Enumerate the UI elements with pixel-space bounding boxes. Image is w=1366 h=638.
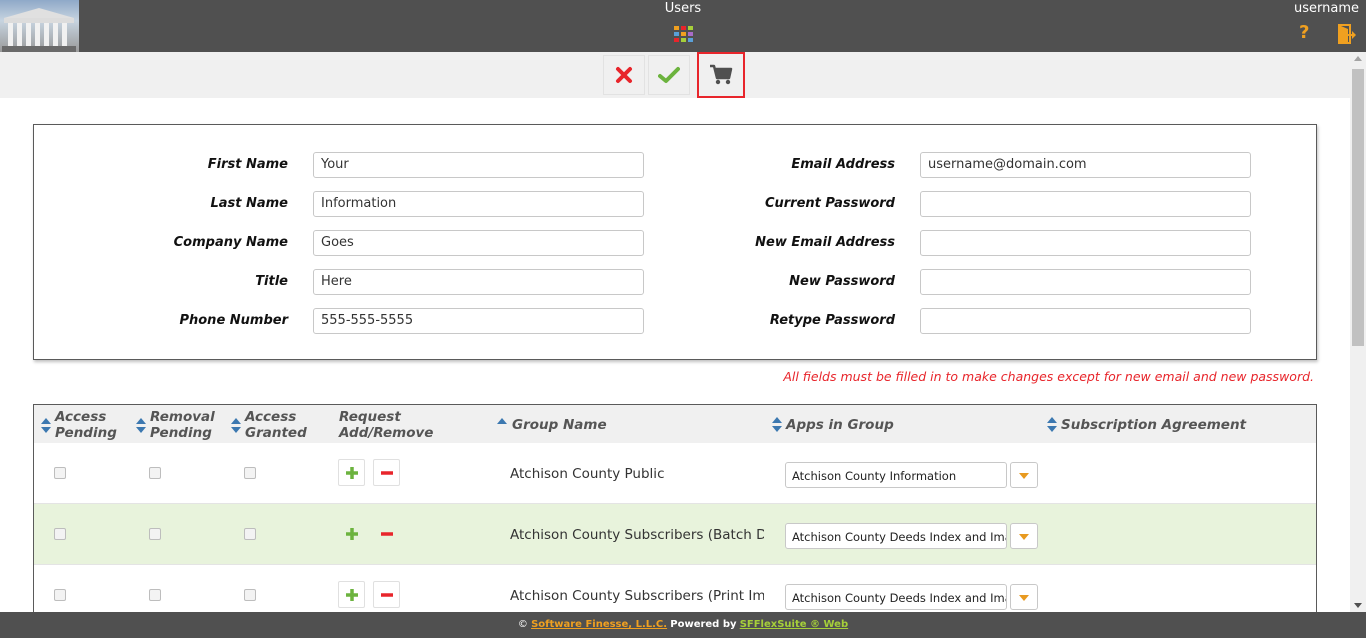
phone-number-input[interactable]: 555-555-5555 [313,308,644,334]
new-email-address-label: New Email Address [755,235,895,250]
access-pending-checkbox[interactable] [54,528,66,540]
email-address-label: Email Address [791,157,895,172]
access-granted-checkbox[interactable] [244,589,256,601]
new-password-input[interactable] [920,269,1251,295]
remove-group-button[interactable] [373,581,400,608]
company-name-label: Company Name [173,235,288,250]
footer: © Software Finesse, L.L.C. Powered by SF… [0,612,1366,638]
help-icon[interactable]: ? [1299,22,1309,43]
first-name-input[interactable]: Your [313,152,644,178]
access-pending-checkbox[interactable] [54,467,66,479]
add-group-button[interactable] [338,459,365,486]
column-apps-in-group[interactable]: Apps in Group [786,417,894,433]
column-group-name[interactable]: Group Name [512,417,607,433]
removal-pending-checkbox[interactable] [149,589,161,601]
column-subscription-agreement[interactable]: Subscription Agreement [1061,417,1246,433]
access-granted-checkbox[interactable] [244,467,256,479]
add-group-button[interactable] [338,520,365,547]
apps-select[interactable]: Atchison County Deeds Index and Ima [785,584,1007,610]
scroll-down-icon[interactable] [1354,603,1362,608]
access-pending-checkbox[interactable] [54,589,66,601]
remove-group-button[interactable] [373,520,400,547]
chevron-down-icon [1019,534,1029,540]
title-label: Title [255,274,288,289]
action-toolbar [0,52,1352,98]
sort-subscription-icon[interactable] [1047,417,1057,433]
powered-by-label: Powered by [670,619,737,630]
apps-dropdown-button[interactable] [1010,584,1038,610]
save-button[interactable] [648,55,690,95]
groups-table: Access Pending Removal Pending Access Grant… [33,404,1317,624]
plus-icon [345,466,358,479]
retype-password-input[interactable] [920,308,1251,334]
table-row: Atchison County Public Atchison County I… [34,443,1316,504]
close-icon [616,67,632,83]
plus-icon [345,588,358,601]
table-row: Atchison County Subscribers (Batch Do At… [34,504,1316,565]
email-address-input[interactable]: username@domain.com [920,152,1251,178]
column-removal-pending[interactable]: Removal Pending [150,409,215,441]
add-group-button[interactable] [338,581,365,608]
cancel-button[interactable] [603,55,645,95]
title-input[interactable]: Here [313,269,644,295]
required-fields-note: All fields must be filled in to make cha… [783,369,1314,384]
apps-dropdown-button[interactable] [1010,462,1038,488]
chevron-down-icon [1019,473,1029,479]
copyright-symbol: © [517,619,528,630]
minus-icon [380,531,393,536]
company-name-input[interactable]: Goes [313,230,644,256]
minus-icon [380,470,393,475]
column-access-pending[interactable]: Access Pending [55,409,117,441]
last-name-label: Last Name [210,196,288,211]
removal-pending-checkbox[interactable] [149,528,161,540]
apps-dropdown-button[interactable] [1010,523,1038,549]
apps-grid-icon[interactable] [674,26,693,42]
sort-group-name-icon[interactable] [497,418,507,434]
page-scrollbar[interactable] [1350,52,1366,612]
company-link[interactable]: Software Finesse, L.L.C. [531,619,667,630]
shopping-cart-icon [710,64,733,85]
sort-removal-pending-icon[interactable] [136,418,146,434]
new-email-address-input[interactable] [920,230,1251,256]
minus-icon [380,592,393,597]
chevron-down-icon [1019,595,1029,601]
product-link[interactable]: SFFlexSuite ® Web [740,619,848,630]
group-name: Atchison County Subscribers (Batch Do [510,527,764,543]
access-granted-checkbox[interactable] [244,528,256,540]
current-password-label: Current Password [764,196,895,211]
new-password-label: New Password [789,274,895,289]
last-name-input[interactable]: Information [313,191,644,217]
phone-number-label: Phone Number [179,313,288,328]
logout-icon[interactable] [1336,23,1356,45]
group-name: Atchison County Public [510,466,665,482]
removal-pending-checkbox[interactable] [149,467,161,479]
retype-password-label: Retype Password [769,313,895,328]
sort-access-granted-icon[interactable] [231,418,241,434]
scroll-up-icon[interactable] [1354,56,1362,61]
plus-icon [345,527,358,540]
column-request: Request Add/Remove [339,409,434,441]
remove-group-button[interactable] [373,459,400,486]
username-label[interactable]: username [1294,1,1359,16]
account-form: First Name Your Last Name Information Co… [33,124,1317,360]
top-bar: Users username ? [0,0,1366,52]
scroll-thumb[interactable] [1352,69,1364,346]
column-access-granted[interactable]: Access Granted [245,409,307,441]
apps-select[interactable]: Atchison County Information [785,462,1007,488]
cart-button[interactable] [697,52,745,98]
group-name: Atchison County Subscribers (Print Ima [510,588,764,604]
page-title: Users [664,1,702,16]
checkmark-icon [658,67,680,83]
apps-select[interactable]: Atchison County Deeds Index and Ima [785,523,1007,549]
table-header: Access Pending Removal Pending Access Grant… [34,405,1316,443]
sort-access-pending-icon[interactable] [41,418,51,434]
first-name-label: First Name [207,157,288,172]
current-password-input[interactable] [920,191,1251,217]
sort-apps-in-group-icon[interactable] [772,417,782,433]
